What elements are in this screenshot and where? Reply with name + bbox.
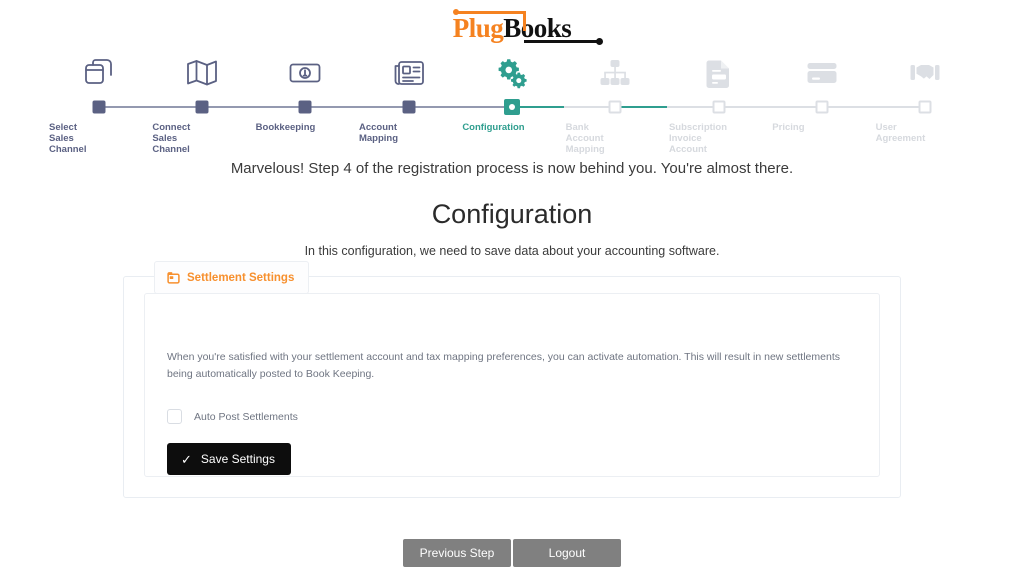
page-subtitle: In this configuration, we need to save d…: [304, 244, 720, 258]
invoice-file-icon: [667, 52, 770, 94]
step-label: Subscription Invoice Account: [668, 122, 728, 155]
step-label: Account Mapping: [358, 122, 399, 144]
step-configuration[interactable]: Configuration: [460, 52, 564, 155]
registration-stepper: Select Sales Channel Connect Sales Channe…: [47, 52, 977, 155]
step-marker[interactable]: [918, 100, 932, 114]
folder-window-icon: [167, 271, 180, 284]
step-label: Bookkeeping: [255, 122, 316, 133]
step-label: Pricing: [772, 122, 805, 133]
auto-post-settlements-label: Auto Post Settlements: [194, 410, 298, 423]
intro-message: Marvelous! Step 4 of the registration pr…: [230, 160, 794, 177]
step-marker[interactable]: [195, 100, 209, 114]
settlement-card: Settlement Settings When you're satisfie…: [123, 261, 901, 498]
tab-settlement-settings[interactable]: Settlement Settings: [154, 261, 310, 294]
step-user-agreement[interactable]: User Agreement: [873, 52, 977, 155]
settlement-description: When you're satisfied with your settleme…: [167, 351, 840, 380]
step-label: Bank Account Mapping: [565, 122, 605, 155]
handshake-icon: [874, 52, 977, 94]
check-icon: ✓: [181, 451, 192, 467]
save-settings-button[interactable]: ✓ Save Settings: [167, 443, 291, 475]
credit-card-icon: [770, 52, 873, 94]
tab-label: Settlement Settings: [187, 271, 295, 284]
step-connector: [253, 99, 357, 115]
auto-post-settlements-row[interactable]: Auto Post Settlements: [167, 409, 857, 424]
step-marker[interactable]: [503, 99, 520, 115]
map-icon: [150, 52, 253, 94]
step-account-mapping[interactable]: Account Mapping: [356, 52, 461, 155]
step-connect-sales-channel[interactable]: Connect Sales Channel: [150, 52, 254, 155]
step-connector: [356, 99, 461, 115]
logo-bracket-top: [452, 8, 526, 15]
step-marker[interactable]: [712, 100, 726, 114]
step-label: User Agreement: [875, 122, 926, 144]
logo-bracket-vertical: [522, 10, 526, 31]
newspaper-icon: [357, 52, 460, 94]
step-select-sales-channel[interactable]: Select Sales Channel: [47, 52, 151, 155]
auto-post-settlements-checkbox[interactable]: [167, 409, 182, 424]
step-connector: [873, 99, 977, 115]
logo-text-books: Books: [503, 12, 572, 43]
page-title: Configuration: [431, 199, 593, 229]
step-subscription-invoice-account[interactable]: Subscription Invoice Account: [666, 52, 771, 155]
logo-bracket-bottom: [523, 37, 603, 45]
step-label: Select Sales Channel: [49, 122, 87, 155]
step-connector: [666, 99, 771, 115]
save-settings-label: Save Settings: [200, 452, 275, 466]
site-header: PlugBooks: [0, 0, 1024, 45]
step-connector: [47, 99, 151, 115]
settlement-panel: When you're satisfied with your settleme…: [144, 293, 880, 477]
stepper-steps: Select Sales Channel Connect Sales Channe…: [47, 52, 977, 155]
step-bookkeeping[interactable]: Bookkeeping: [253, 52, 357, 155]
previous-step-button[interactable]: Previous Step: [403, 539, 511, 567]
step-marker[interactable]: [298, 100, 312, 114]
brand-logo[interactable]: PlugBooks: [452, 8, 603, 45]
logo-text-plug: Plug: [452, 12, 504, 43]
step-connector: [460, 99, 564, 115]
logout-button[interactable]: Logout: [513, 539, 621, 567]
step-marker[interactable]: [92, 100, 106, 114]
step-bank-account-mapping[interactable]: Bank Account Mapping: [563, 52, 667, 155]
step-pricing[interactable]: Pricing: [770, 52, 874, 155]
banknote-icon: [254, 52, 357, 94]
step-marker[interactable]: [402, 100, 416, 114]
step-label: Configuration: [462, 122, 525, 133]
step-connector: [770, 99, 874, 115]
copy-icon: [47, 52, 150, 94]
step-marker[interactable]: [608, 100, 622, 114]
step-marker[interactable]: [815, 100, 829, 114]
sitemap-icon: [564, 52, 667, 94]
step-connector: [150, 99, 254, 115]
wizard-footer: Previous Step Logout: [0, 539, 1024, 567]
step-connector: [563, 99, 667, 115]
step-label: Connect Sales Channel: [152, 122, 191, 155]
gears-icon: [460, 52, 563, 94]
